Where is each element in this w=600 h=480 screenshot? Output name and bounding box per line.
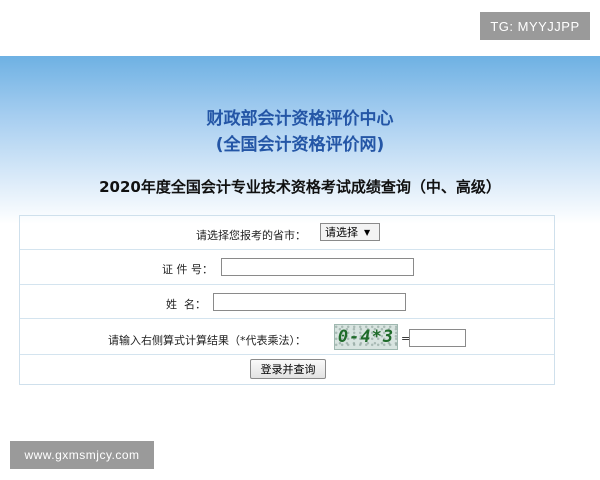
captcha-label: 请输入右侧算式计算结果（*代表乘法）： xyxy=(108,334,306,347)
org-name: 财政部会计资格评价中心 xyxy=(206,109,394,129)
province-select-value: 请选择 xyxy=(325,226,358,239)
captcha-image[interactable]: 0-4*3 xyxy=(334,324,398,350)
watermark-top: TG: MYYJJPP xyxy=(480,12,590,40)
query-form: 请选择您报考的省市： 请选择 ▼ 证 件 号： 姓 名： 请输入右侧算式计算结果… xyxy=(19,215,555,385)
form-row-province: 请选择您报考的省市： 请选择 ▼ xyxy=(20,216,554,250)
id-number-input[interactable] xyxy=(221,258,414,276)
form-row-submit: 登录并查询 xyxy=(20,355,554,384)
org-subname: (全国会计资格评价网) xyxy=(215,135,385,155)
watermark-bottom: www.gxmsmjcy.com xyxy=(10,441,154,469)
id-label: 证 件 号： xyxy=(162,263,213,276)
page-title: 2020年度全国会计专业技术资格考试成绩查询（中、高级） xyxy=(99,178,501,196)
form-row-id: 证 件 号： xyxy=(20,250,554,285)
province-label: 请选择您报考的省市： xyxy=(196,229,306,242)
name-label: 姓 名： xyxy=(166,298,206,311)
province-select[interactable]: 请选择 ▼ xyxy=(320,223,380,241)
captcha-input[interactable] xyxy=(409,329,466,347)
form-row-name: 姓 名： xyxy=(20,285,554,319)
form-row-captcha: 请输入右侧算式计算结果（*代表乘法）： 0-4*3 = xyxy=(20,319,554,355)
name-input[interactable] xyxy=(213,293,406,311)
submit-button[interactable]: 登录并查询 xyxy=(250,359,326,379)
dropdown-arrow-icon: ▼ xyxy=(364,227,371,237)
